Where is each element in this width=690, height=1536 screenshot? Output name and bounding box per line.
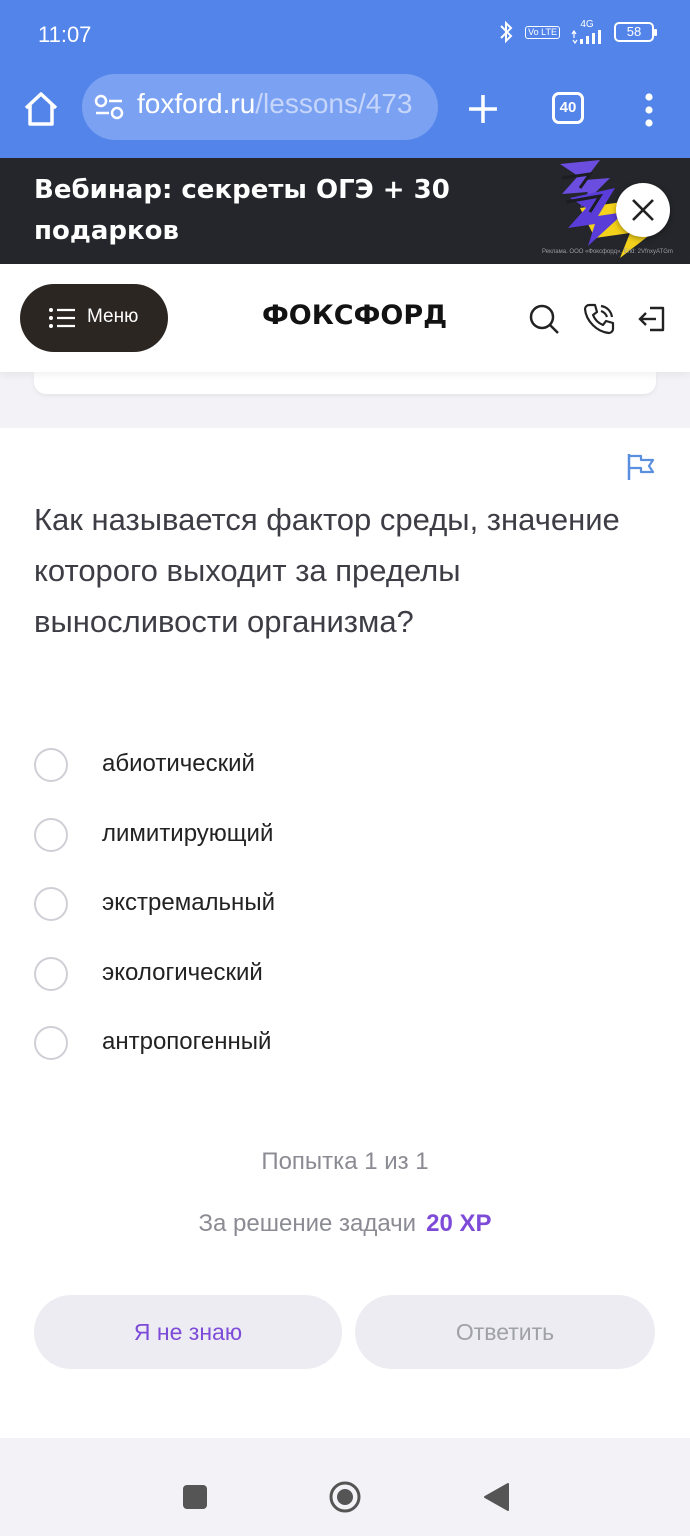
ad-banner[interactable]: Вебинар: секреты ОГЭ + 30 подарков Рекла… <box>0 158 690 264</box>
tab-switcher-button[interactable]: 40 <box>552 92 584 124</box>
close-icon <box>632 199 654 221</box>
reward-xp: 20 XP <box>426 1210 492 1237</box>
option-label[interactable]: экологический <box>102 959 263 987</box>
answer-option[interactable]: абиотический <box>34 748 654 818</box>
status-icons: Vo LTE 4G 58 <box>497 20 657 44</box>
status-bar: 11:07 Vo LTE 4G 58 <box>0 0 690 70</box>
attempt-counter: Попытка 1 из 1 <box>261 1148 429 1175</box>
answer-option[interactable]: антропогенный <box>34 1026 654 1096</box>
radio-button[interactable] <box>34 887 68 921</box>
option-label[interactable]: антропогенный <box>102 1028 271 1056</box>
back-icon[interactable] <box>482 1482 510 1512</box>
option-label[interactable]: абиотический <box>102 750 255 778</box>
answer-option[interactable]: экологический <box>34 956 654 1027</box>
reward-label: За решение задачи <box>198 1210 417 1237</box>
site-settings-icon[interactable] <box>94 94 124 120</box>
ad-close-button[interactable] <box>616 183 670 237</box>
content-background <box>0 372 690 428</box>
radio-button[interactable] <box>34 956 68 991</box>
url-text[interactable]: foxford.ru/lessons/473 <box>137 88 413 120</box>
reward-info: За решение задачи 20 XP <box>0 1210 690 1238</box>
answer-option[interactable]: лимитирующий <box>34 817 654 888</box>
search-icon[interactable] <box>527 302 561 336</box>
recent-apps-icon[interactable] <box>183 1485 207 1509</box>
option-label[interactable]: лимитирующий <box>102 820 273 848</box>
url-domain: foxford.ru <box>137 88 256 119</box>
question-text: Как называется фактор среды, значение ко… <box>34 502 620 639</box>
site-header: Меню ФОКСФОРД <box>0 264 690 372</box>
answer-button[interactable]: Ответить <box>355 1295 655 1369</box>
report-flag-icon[interactable] <box>626 452 656 482</box>
volte-icon: Vo LTE <box>525 25 560 39</box>
system-navigation-bar <box>0 1438 690 1536</box>
ad-disclaimer: Реклама. ООО «Фоксфорд». Erid: 2VfnxyATG… <box>542 249 673 255</box>
ad-title: Вебинар: секреты ОГЭ + 30 подарков <box>34 175 450 246</box>
status-time: 11:07 <box>38 22 92 47</box>
url-path: /lessons/473 <box>255 88 413 119</box>
menu-label: Меню <box>87 306 139 327</box>
radio-button[interactable] <box>34 817 68 852</box>
new-tab-icon[interactable] <box>462 88 504 130</box>
radio-button[interactable] <box>34 748 68 782</box>
login-icon[interactable] <box>636 302 670 336</box>
phone-icon[interactable] <box>582 302 616 336</box>
network-type: 4G <box>580 19 594 30</box>
dont-know-button[interactable]: Я не знаю <box>34 1295 342 1369</box>
site-logo[interactable]: ФОКСФОРД <box>262 300 447 331</box>
home-icon[interactable] <box>20 88 62 130</box>
battery-icon: 58 <box>614 22 657 42</box>
home-circle-icon[interactable] <box>328 1480 362 1514</box>
answer-options: абиотический лимитирующий экстремальный … <box>34 748 654 1096</box>
bluetooth-icon <box>500 20 513 44</box>
menu-button[interactable]: Меню <box>20 284 168 352</box>
hamburger-icon <box>49 308 75 328</box>
more-menu-icon[interactable] <box>636 90 662 130</box>
previous-card <box>34 372 656 394</box>
radio-button[interactable] <box>34 1026 68 1060</box>
signal-icon <box>571 30 601 44</box>
network-indicator: 4G <box>570 20 604 44</box>
answer-option[interactable]: экстремальный <box>34 887 654 957</box>
address-bar[interactable]: foxford.ru/lessons/473 <box>82 74 438 140</box>
option-label[interactable]: экстремальный <box>102 889 275 917</box>
browser-toolbar: foxford.ru/lessons/473 40 <box>0 70 690 158</box>
